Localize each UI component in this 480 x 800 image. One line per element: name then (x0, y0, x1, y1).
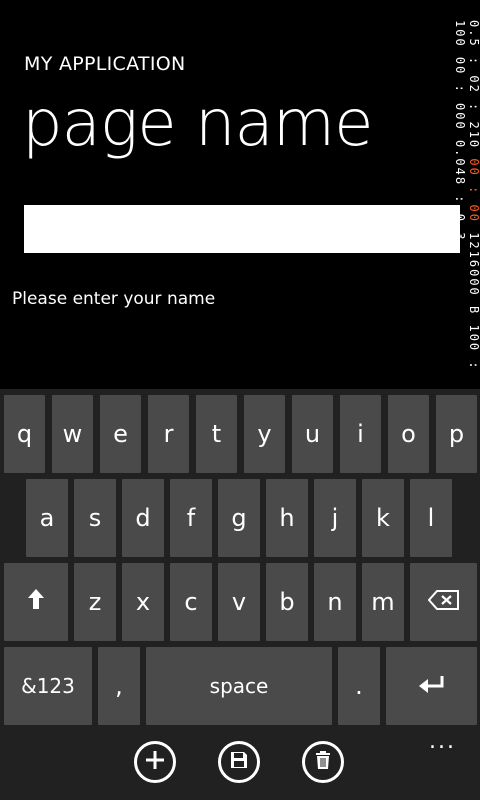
key-c[interactable]: c (170, 563, 212, 641)
key-l[interactable]: l (410, 479, 452, 557)
key-p[interactable]: p (436, 395, 477, 473)
key-u[interactable]: u (292, 395, 333, 473)
page-title: page name (22, 87, 373, 161)
key-z[interactable]: z (74, 563, 116, 641)
shift-arrow-icon (27, 588, 45, 616)
comma-key[interactable]: , (98, 647, 140, 725)
key-e[interactable]: e (100, 395, 141, 473)
counter-line-2: 00 : 00 (467, 158, 480, 223)
enter-key[interactable] (386, 647, 477, 725)
name-hint: Please enter your name (12, 289, 216, 309)
backspace-key[interactable] (410, 563, 477, 641)
key-t[interactable]: t (196, 395, 237, 473)
key-b[interactable]: b (266, 563, 308, 641)
key-f[interactable]: f (170, 479, 212, 557)
counter-line-6: 0.048 : 0.3 (453, 139, 467, 242)
shift-key[interactable] (4, 563, 68, 641)
symbols-key[interactable]: &123 (4, 647, 92, 725)
key-d[interactable]: d (122, 479, 164, 557)
name-input[interactable] (24, 205, 460, 253)
period-key[interactable]: . (338, 647, 380, 725)
key-g[interactable]: g (218, 479, 260, 557)
key-m[interactable]: m (362, 563, 404, 641)
more-options-button[interactable]: ... (429, 729, 456, 754)
key-h[interactable]: h (266, 479, 308, 557)
key-k[interactable]: k (362, 479, 404, 557)
key-s[interactable]: s (74, 479, 116, 557)
counter-line-5: 00 : 000 (453, 56, 467, 131)
application-title: MY APPLICATION (24, 53, 186, 75)
backspace-icon (427, 588, 460, 616)
counter-line-1: 0.5 : 02 : 210 (467, 20, 480, 150)
key-o[interactable]: o (388, 395, 429, 473)
trash-icon (314, 750, 332, 774)
key-v[interactable]: v (218, 563, 260, 641)
save-button[interactable] (218, 741, 260, 783)
space-key[interactable]: space (146, 647, 332, 725)
save-icon (229, 750, 249, 774)
key-x[interactable]: x (122, 563, 164, 641)
key-y[interactable]: y (244, 395, 285, 473)
key-j[interactable]: j (314, 479, 356, 557)
soft-keyboard: q w e r t y u i o p a s d f g h j k l z … (0, 389, 480, 729)
delete-button[interactable] (302, 741, 344, 783)
key-q[interactable]: q (4, 395, 45, 473)
add-icon (144, 749, 166, 775)
key-w[interactable]: w (52, 395, 93, 473)
key-i[interactable]: i (340, 395, 381, 473)
key-a[interactable]: a (26, 479, 68, 557)
debug-frame-counter: 0.5 : 02 : 210 00 : 00 1216000 B 100 : 1… (453, 20, 480, 390)
enter-icon (418, 672, 446, 700)
add-button[interactable] (134, 741, 176, 783)
application-bar: ... (0, 729, 480, 800)
key-r[interactable]: r (148, 395, 189, 473)
key-n[interactable]: n (314, 563, 356, 641)
counter-line-3: 1216000 B (467, 232, 480, 316)
